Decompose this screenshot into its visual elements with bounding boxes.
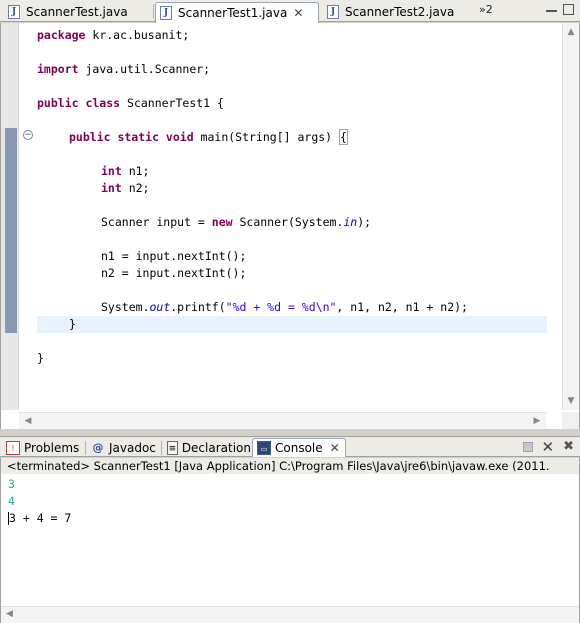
tab-javadoc[interactable]: @ Javadoc <box>87 438 161 457</box>
tab-scannertest[interactable]: J ScannerTest.java <box>4 2 152 22</box>
tab-label: Javadoc <box>109 440 156 455</box>
java-file-icon: J <box>160 6 172 20</box>
keyword: int <box>101 181 122 195</box>
tab-divider <box>153 4 154 19</box>
tab-label: Problems <box>24 440 80 455</box>
keyword: public class <box>37 96 121 110</box>
console-icon: ▭ <box>257 441 271 455</box>
range-indicator <box>5 128 17 333</box>
tab-scannertest2[interactable]: J ScannerTest2.java <box>323 2 473 22</box>
code-line: public class ScannerTest1 { <box>37 95 547 112</box>
tab-divider <box>85 441 86 455</box>
tab-problems[interactable]: ! Problems <box>2 438 84 457</box>
code-line: public static void main(String[] args) { <box>37 129 547 146</box>
code-line: } <box>37 350 547 367</box>
keyword: new <box>211 215 233 229</box>
declaration-icon: ≡ <box>167 440 178 455</box>
console-horizontal-scrollbar[interactable]: ◀ <box>1 606 579 623</box>
code-text: } <box>69 317 76 331</box>
tab-label: ScannerTest.java <box>26 5 128 19</box>
view-tab-bar: ! Problems @ Javadoc ≡ Declaration ▭ Con… <box>0 436 580 457</box>
remove-all-terminated-icon[interactable]: ✖ <box>563 440 574 454</box>
code-line: System.out.printf("%d + %d = %d\n", n1, … <box>37 299 547 316</box>
matching-brace: { <box>339 129 348 145</box>
code-text: .printf( <box>170 300 226 314</box>
code-text: n2 = input.nextInt(); <box>101 266 247 280</box>
close-icon[interactable]: ✕ <box>293 6 303 20</box>
console-input-line: 4 <box>8 494 15 508</box>
scroll-down-icon[interactable]: ▼ <box>565 395 577 407</box>
code-area[interactable]: package kr.ac.busanit; import java.util.… <box>37 27 547 410</box>
java-file-icon: J <box>327 5 339 19</box>
remove-launch-icon[interactable]: ✕ <box>542 440 555 455</box>
keyword: int <box>101 164 122 178</box>
scroll-right-icon[interactable]: ▶ <box>531 415 543 427</box>
tab-label: ScannerTest2.java <box>345 5 455 19</box>
code-text: n1; <box>121 164 150 178</box>
terminate-icon[interactable] <box>522 442 533 452</box>
static-field: out <box>149 300 171 314</box>
horizontal-scrollbar[interactable]: ◀ ▶ <box>19 412 546 429</box>
editor-tab-bar: J ScannerTest.java J ScannerTest1.java ✕… <box>0 0 580 23</box>
keyword: import <box>37 62 79 76</box>
string-literal: "%d + %d = %d\n" <box>225 300 337 314</box>
console-toolbar: ✕ ✖ <box>522 440 574 455</box>
fold-collapse-icon[interactable]: − <box>23 130 33 140</box>
tab-label: Declaration <box>181 440 251 455</box>
keyword: package <box>37 28 86 42</box>
tab-scannertest1[interactable]: J ScannerTest1.java ✕ <box>155 2 319 23</box>
console-view[interactable]: <terminated> ScannerTest1 [Java Applicat… <box>0 458 580 623</box>
code-text: ); <box>357 215 372 229</box>
code-line: import java.util.Scanner; <box>37 61 547 78</box>
keyword: public static void <box>69 130 194 144</box>
scroll-left-icon[interactable]: ◀ <box>6 609 13 619</box>
console-output-line: 3 + 4 = 7 <box>8 510 71 527</box>
code-text: } <box>37 351 44 365</box>
scroll-left-icon[interactable]: ◀ <box>22 415 34 427</box>
scroll-up-icon[interactable]: ▲ <box>565 26 577 38</box>
code-text: kr.ac.busanit; <box>85 28 190 42</box>
editor-ruler <box>1 23 19 410</box>
code-text: n1 = input.nextInt(); <box>101 249 247 263</box>
maximize-icon[interactable] <box>563 4 574 15</box>
console-input-line: 3 <box>8 477 15 491</box>
console-output[interactable]: 3 4 3 + 4 = 7 <box>8 476 71 527</box>
window-controls <box>546 4 574 15</box>
tab-declaration[interactable]: ≡ Declaration <box>163 438 251 457</box>
vertical-scrollbar[interactable]: ▲ ▼ <box>562 23 579 410</box>
code-line: int n2; <box>37 180 547 197</box>
current-line: } <box>37 316 547 333</box>
code-line: n1 = input.nextInt(); <box>37 248 547 265</box>
code-text: ScannerTest1 { <box>120 96 224 110</box>
javadoc-icon: @ <box>92 440 104 454</box>
code-text: main(String[] args) <box>193 130 340 144</box>
close-icon[interactable]: ✕ <box>330 441 340 455</box>
code-line: int n1; <box>37 163 547 180</box>
java-file-icon: J <box>8 5 20 19</box>
code-line: Scanner input = new Scanner(System.in); <box>37 214 547 231</box>
console-status: <terminated> ScannerTest1 [Java Applicat… <box>1 458 579 474</box>
code-text: java.util.Scanner; <box>78 62 211 76</box>
code-text: , n1, n2, n1 + n2); <box>336 300 468 314</box>
tab-divider <box>161 441 162 455</box>
tab-console[interactable]: ▭ Console ✕ <box>252 438 346 457</box>
problems-icon: ! <box>6 440 20 455</box>
scrollbar-corner <box>562 412 579 429</box>
code-text: Scanner input = <box>101 215 212 229</box>
code-editor[interactable]: − package kr.ac.busanit; import java.uti… <box>0 23 580 429</box>
minimize-icon[interactable] <box>546 4 557 12</box>
code-text: System. <box>101 300 150 314</box>
tab-overflow-button[interactable]: »2 <box>479 3 493 16</box>
code-text: Scanner(System. <box>232 215 344 229</box>
code-line: package kr.ac.busanit; <box>37 27 547 44</box>
static-field: in <box>343 215 358 229</box>
code-text: n2; <box>121 181 150 195</box>
tab-label: ScannerTest1.java <box>178 6 288 20</box>
output-text: 3 + 4 = 7 <box>9 511 72 525</box>
tab-label: Console <box>275 441 323 455</box>
code-line: n2 = input.nextInt(); <box>37 265 547 282</box>
